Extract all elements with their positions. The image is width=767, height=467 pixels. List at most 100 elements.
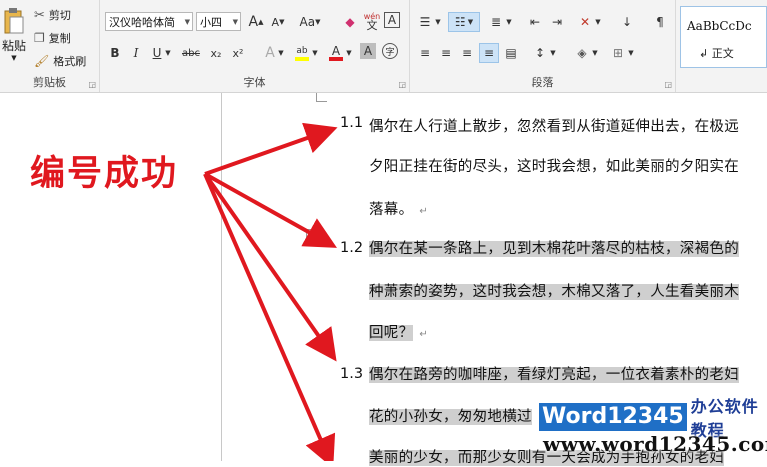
chinese-layout-icon[interactable]: ✕ xyxy=(575,12,595,32)
shading-icon[interactable]: ◈ xyxy=(572,43,592,63)
font-color-dropdown-icon[interactable]: ▼ xyxy=(344,43,354,63)
brush-icon: 🖌 xyxy=(34,54,50,68)
character-shading-button[interactable]: A xyxy=(360,43,376,59)
paragraph-mark-icon: ↵ xyxy=(419,206,429,217)
multilevel-dropdown-icon[interactable]: ▼ xyxy=(504,12,514,32)
highlighter-icon: ab xyxy=(296,46,308,56)
borders-icon[interactable]: ⊞ xyxy=(608,43,628,63)
clear-format-icon[interactable]: ◆ xyxy=(340,12,360,32)
list-number: 1.3 xyxy=(340,366,364,382)
format-painter-button[interactable]: 🖌 格式刷 xyxy=(34,52,86,70)
font-name-select[interactable]: 汉仪哈哈体简 ▼ xyxy=(105,12,193,31)
style-normal-tile[interactable]: AaBbCcDc ↲ 正文 xyxy=(680,6,767,68)
layout-options-icon[interactable]: ⚡ xyxy=(306,229,320,243)
format-painter-label: 格式刷 xyxy=(53,55,87,68)
chevron-down-icon: ▼ xyxy=(184,18,190,26)
paragraph-line[interactable]: 回呢？ ↵ xyxy=(369,321,428,342)
clipboard-launcher-icon[interactable]: ◲ xyxy=(88,80,96,89)
align-center-icon[interactable]: ≡ xyxy=(436,43,456,63)
italic-button[interactable]: I xyxy=(126,43,146,63)
underline-dropdown-icon[interactable]: ▼ xyxy=(163,43,173,63)
borders-dropdown-icon[interactable]: ▼ xyxy=(626,43,636,63)
phonetic-guide-button[interactable]: wén 文 xyxy=(362,11,382,31)
cut-label: 剪切 xyxy=(48,9,71,22)
italic-icon: I xyxy=(133,46,139,60)
copy-button[interactable]: ❐ 复制 xyxy=(34,29,71,47)
show-marks-icon[interactable]: ¶ xyxy=(650,12,670,32)
copy-icon: ❐ xyxy=(34,31,45,45)
subscript-icon: x₂ xyxy=(210,46,222,60)
page-margin-line xyxy=(221,93,222,461)
paste-button[interactable]: 粘贴 ▼ xyxy=(0,2,28,66)
bullets-dropdown-icon[interactable]: ▼ xyxy=(433,12,443,32)
change-case-button[interactable]: Aa ▼ xyxy=(296,12,324,32)
sort-icon[interactable]: ↓ xyxy=(617,12,637,32)
bold-icon: B xyxy=(110,46,120,60)
list-number: 1.2 xyxy=(340,240,364,256)
font-group-label: 字体 xyxy=(243,76,266,89)
paste-icon xyxy=(4,7,24,33)
align-left-icon[interactable]: ≡ xyxy=(415,43,435,63)
clipboard-group: 粘贴 ▼ ✂ 剪切 ❐ 复制 🖌 格式刷 剪贴板 ◲ xyxy=(0,0,100,92)
ribbon: 粘贴 ▼ ✂ 剪切 ❐ 复制 🖌 格式刷 剪贴板 ◲ 汉仪哈哈体简 ▼ 小四 ▼… xyxy=(0,0,767,93)
enclose-character-button[interactable]: 字 xyxy=(382,43,398,59)
font-size-value: 小四 xyxy=(200,16,222,29)
font-name-value: 汉仪哈哈体简 xyxy=(109,16,175,29)
list-number: 1.1 xyxy=(340,115,364,131)
paste-dropdown-icon[interactable]: ▼ xyxy=(11,54,16,62)
style-name: ↲ 正文 xyxy=(699,47,734,60)
underline-icon: U xyxy=(152,46,162,60)
grow-font-icon: A xyxy=(248,14,259,30)
text-effects-dropdown-icon[interactable]: ▼ xyxy=(276,43,286,63)
paragraph-line[interactable]: 种萧索的姿势，这时我会想，木棉又落了，人生看美丽木 xyxy=(369,280,739,301)
highlight-button[interactable]: ab xyxy=(292,43,312,63)
grow-font-button[interactable]: A ▲ xyxy=(246,12,266,32)
strikethrough-button[interactable]: abc xyxy=(178,43,204,63)
paragraph-line[interactable]: 偶尔在人行道上散步，忽然看到从街道延伸出去，在极远 xyxy=(369,115,739,136)
line-spacing-icon[interactable]: ↕ xyxy=(530,43,550,63)
decrease-indent-icon[interactable]: ⇤ xyxy=(525,12,545,32)
align-right-icon[interactable]: ≡ xyxy=(457,43,477,63)
bold-button[interactable]: B xyxy=(105,43,125,63)
paragraph-launcher-icon[interactable]: ◲ xyxy=(664,80,672,89)
watermark-brand: Word12345 xyxy=(539,403,687,431)
paragraph-line[interactable]: 花的小孙女，匆匆地横过 xyxy=(369,405,532,426)
paragraph-mark-icon: ↵ xyxy=(419,329,429,340)
shading-dropdown-icon[interactable]: ▼ xyxy=(590,43,600,63)
paragraph-line[interactable]: 夕阳正挂在街的尽头，这时我会想，如此美丽的夕阳实在 xyxy=(369,155,739,176)
font-size-select[interactable]: 小四 ▼ xyxy=(196,12,241,31)
chinese-layout-dropdown-icon[interactable]: ▼ xyxy=(593,12,603,32)
line-spacing-dropdown-icon[interactable]: ▼ xyxy=(548,43,558,63)
character-shading-icon: A xyxy=(363,44,373,58)
paragraph-line[interactable]: 偶尔在某一条路上，见到木棉花叶落尽的枯枝，深褐色的 xyxy=(369,237,739,258)
font-color-button[interactable]: A xyxy=(326,43,346,63)
justify-icon[interactable]: ≡ xyxy=(479,43,499,63)
character-border-icon: A xyxy=(387,13,397,27)
font-launcher-icon[interactable]: ◲ xyxy=(398,80,406,89)
paragraph-line[interactable]: 落幕。 ↵ xyxy=(369,198,428,219)
subscript-button[interactable]: x₂ xyxy=(206,43,226,63)
numbering-icon[interactable]: ☷ ▼ xyxy=(448,12,480,32)
corner-mark xyxy=(316,93,327,102)
highlight-swatch xyxy=(295,57,309,61)
style-sample: AaBbCcDc xyxy=(687,19,752,33)
character-border-button[interactable]: A xyxy=(384,12,400,28)
highlight-dropdown-icon[interactable]: ▼ xyxy=(310,43,320,63)
distributed-icon[interactable]: ▤ xyxy=(501,43,521,63)
chevron-down-icon: ▼ xyxy=(232,18,238,26)
enclose-character-icon: 字 xyxy=(385,47,395,58)
scissors-icon: ✂ xyxy=(34,7,45,23)
clipboard-group-label: 剪贴板 xyxy=(33,76,66,89)
superscript-button[interactable]: x² xyxy=(228,43,248,63)
strikethrough-icon: abc xyxy=(182,47,200,59)
shrink-font-button[interactable]: A ▼ xyxy=(268,12,288,32)
watermark-logo: Word12345 办公软件教程 www.word12345.com xyxy=(539,397,767,461)
text-effects-icon: A xyxy=(265,45,275,61)
bullets-icon[interactable]: ☰ xyxy=(415,12,435,32)
cut-button[interactable]: ✂ 剪切 xyxy=(34,6,71,24)
font-color-icon: A xyxy=(331,44,341,58)
paragraph-line[interactable]: 偶尔在路旁的咖啡座，看绿灯亮起，一位衣着素朴的老妇 xyxy=(369,363,739,384)
increase-indent-icon[interactable]: ⇥ xyxy=(547,12,567,32)
copy-label: 复制 xyxy=(48,32,71,45)
multilevel-list-icon[interactable]: ≣ xyxy=(486,12,506,32)
